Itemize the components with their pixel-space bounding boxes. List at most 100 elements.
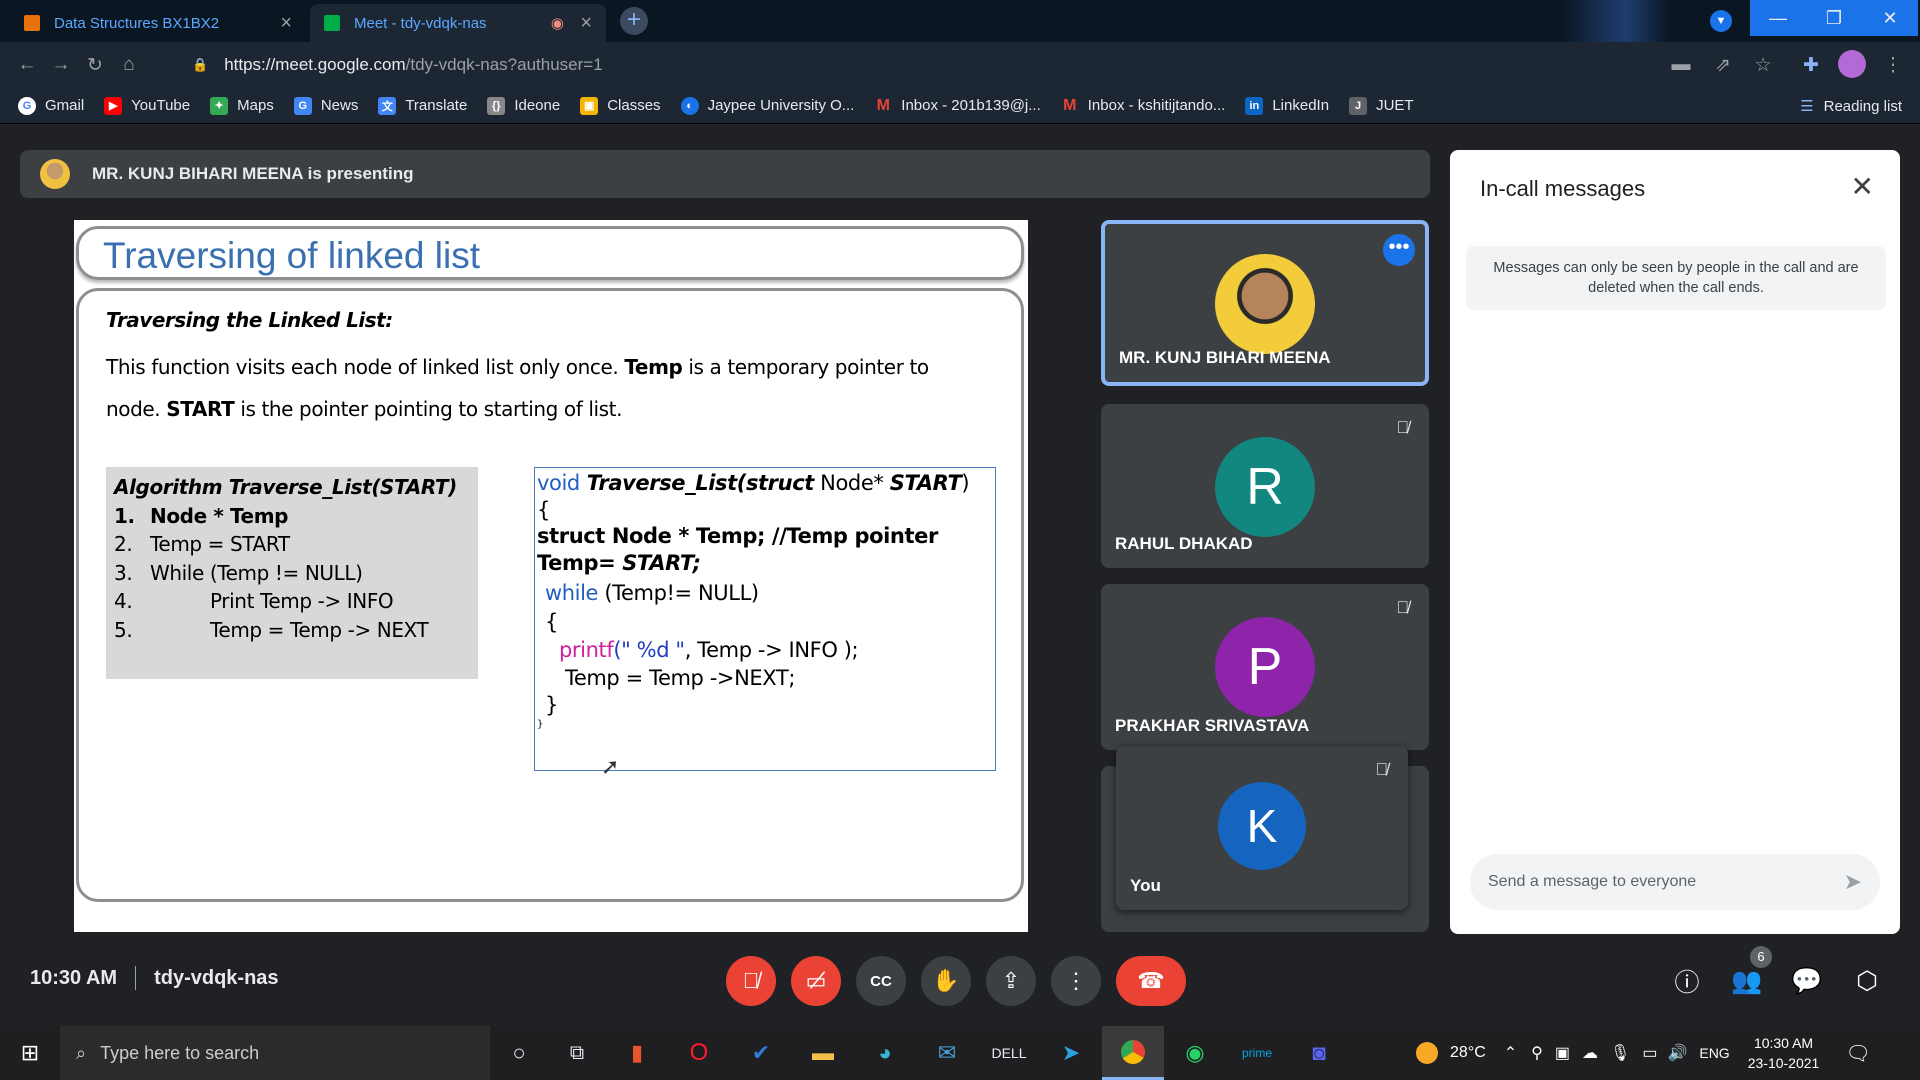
camera-icon[interactable]: ▬	[1664, 48, 1698, 82]
back-icon[interactable]: ←	[10, 48, 44, 82]
weather-temp[interactable]: 28°C	[1450, 1044, 1486, 1062]
self-view-tile[interactable]: 🎙̸ K You	[1116, 746, 1408, 910]
menu-icon[interactable]: ⋮	[1876, 48, 1910, 82]
search-placeholder: Type here to search	[100, 1042, 260, 1063]
notifications-icon[interactable]: 🗨	[1845, 1041, 1870, 1066]
reading-list[interactable]: ☰ Reading list	[1800, 88, 1902, 124]
globe-icon: ◐	[680, 96, 699, 115]
chrome-icon[interactable]	[1102, 1026, 1164, 1080]
discord-icon[interactable]: ◙	[1288, 1040, 1350, 1066]
microphone-icon[interactable]: 🎙	[1610, 1043, 1630, 1063]
meet-now-icon[interactable]: ▣	[1555, 1043, 1570, 1063]
bookmark-news[interactable]: G News	[293, 96, 358, 115]
bookmark-jaypee[interactable]: ◐ Jaypee University O...	[680, 96, 854, 115]
send-icon[interactable]: ➤	[1844, 869, 1862, 895]
profile-down-icon[interactable]: ▼	[1710, 10, 1732, 32]
avatar[interactable]	[1838, 50, 1866, 78]
bookmark-translate[interactable]: 文 Translate	[378, 96, 467, 115]
forward-icon[interactable]: →	[44, 48, 78, 82]
reload-icon[interactable]: ↻	[78, 48, 112, 82]
meeting-details-icon[interactable]: ⓘ	[1666, 960, 1708, 1002]
step-text: Print Temp -> INFO	[210, 589, 394, 613]
battery-icon[interactable]: ▭	[1642, 1043, 1657, 1063]
weather-icon[interactable]	[1416, 1042, 1438, 1064]
para-bold: START	[166, 397, 235, 421]
bookmark-linkedin[interactable]: in LinkedIn	[1245, 96, 1330, 115]
telegram-icon[interactable]: ➤	[1040, 1040, 1102, 1066]
leave-call-button[interactable]: ☎	[1116, 956, 1186, 1006]
bookmark-label: Maps	[237, 97, 274, 114]
file-explorer-icon[interactable]: ▬	[792, 1040, 854, 1066]
bookmark-inbox-2[interactable]: M Inbox - kshitijtando...	[1061, 97, 1225, 115]
mail-icon[interactable]: ✉	[916, 1040, 978, 1066]
step-number: 5.	[114, 617, 133, 642]
extensions-icon[interactable]: ✚	[1794, 48, 1828, 82]
minimize-button[interactable]: —	[1750, 0, 1806, 36]
meet-controls-bar: 10:30 AM tdy-vdqk-nas 🎙̸ ▭̸ CC ✋ ⇪ ⋮ ☎ ⓘ…	[0, 946, 1920, 1026]
prime-video-icon[interactable]: prime	[1226, 1046, 1288, 1060]
restore-button[interactable]: ❐	[1806, 0, 1862, 36]
tab-meet[interactable]: Meet - tdy-vdqk-nas ◉ ×	[310, 4, 606, 42]
captions-button[interactable]: CC	[856, 956, 906, 1006]
participant-tile-prakhar[interactable]: 🎙̸ P PRAKHAR SRIVASTAVA	[1101, 584, 1429, 750]
office-icon[interactable]: ▮	[606, 1040, 668, 1066]
taskbar-search[interactable]: ⌕ Type here to search	[60, 1026, 490, 1080]
more-options-button[interactable]: ⋮	[1051, 956, 1101, 1006]
whatsapp-icon[interactable]: ◉	[1164, 1040, 1226, 1066]
system-tray: 28°C ⌃ ⚲ ▣ ☁ 🎙 ▭ 🔊 ENG 10:30 AM 23-10-20…	[1416, 1026, 1871, 1080]
tab-data-structures[interactable]: Data Structures BX1BX2 ×	[10, 4, 306, 42]
language-indicator[interactable]: ENG	[1699, 1045, 1729, 1061]
edge-icon[interactable]: ◕	[854, 1040, 916, 1066]
address-bar[interactable]: 🔒 https://meet.google.com/tdy-vdqk-nas?a…	[180, 47, 1660, 83]
code-text: Traverse_List(struct	[579, 471, 815, 495]
participant-name: You	[1130, 876, 1161, 895]
raise-hand-button[interactable]: ✋	[921, 956, 971, 1006]
volume-icon[interactable]: 🔊	[1667, 1043, 1687, 1063]
url-host: https://meet.google.com	[224, 55, 406, 74]
bookmark-inbox-1[interactable]: M Inbox - 201b139@j...	[874, 97, 1041, 115]
close-icon[interactable]: ✕	[1851, 170, 1874, 203]
bookmark-youtube[interactable]: ▶ YouTube	[104, 96, 191, 115]
dell-icon[interactable]: DELL	[978, 1045, 1040, 1061]
bookmark-label: YouTube	[131, 97, 191, 114]
meeting-code[interactable]: tdy-vdqk-nas	[154, 967, 278, 990]
network-icon[interactable]: ⚲	[1531, 1043, 1543, 1063]
home-icon[interactable]: ⌂	[112, 48, 146, 82]
open-external-icon[interactable]: ⇗	[1706, 48, 1740, 82]
participant-tile-presenter[interactable]: ••• MR. KUNJ BIHARI MEENA	[1101, 220, 1429, 386]
onedrive-icon[interactable]: ☁	[1582, 1043, 1598, 1063]
present-button[interactable]: ⇪	[986, 956, 1036, 1006]
close-icon[interactable]: ×	[280, 12, 292, 35]
close-icon[interactable]: ×	[580, 12, 592, 35]
todo-icon[interactable]: ✔	[730, 1040, 792, 1066]
algorithm-step: 1. Node * Temp	[114, 502, 470, 531]
slide-title-frame: Traversing of linked list	[76, 226, 1024, 280]
new-tab-button[interactable]: +	[620, 7, 648, 35]
algorithm-box: Algorithm Traverse_List(START) 1. Node * …	[106, 467, 478, 679]
juet-icon: J	[1349, 96, 1368, 115]
opera-icon[interactable]: O	[668, 1039, 730, 1067]
taskbar-clock[interactable]: 10:30 AM 23-10-2021	[1748, 1033, 1820, 1073]
bookmark-juet[interactable]: J JUET	[1349, 96, 1414, 115]
code-line: {	[545, 610, 558, 634]
bookmark-label: LinkedIn	[1272, 97, 1330, 114]
code-keyword: while	[545, 581, 599, 605]
more-options-icon[interactable]: •••	[1383, 234, 1415, 266]
code-text: , Temp -> INFO );	[684, 638, 859, 662]
camera-toggle-button[interactable]: ▭̸	[791, 956, 841, 1006]
close-window-button[interactable]: ✕	[1862, 0, 1918, 36]
chat-icon[interactable]: 💬	[1786, 960, 1828, 1002]
star-icon[interactable]: ☆	[1746, 48, 1780, 82]
cortana-icon[interactable]: ○	[490, 1040, 548, 1066]
participant-tile-rahul[interactable]: 🎙̸ R RAHUL DHAKAD	[1101, 404, 1429, 568]
bookmark-maps[interactable]: ✦ Maps	[210, 96, 274, 115]
bookmark-ideone[interactable]: {} Ideone	[487, 96, 560, 115]
bookmark-gmail[interactable]: G Gmail	[18, 96, 84, 115]
message-input[interactable]: Send a message to everyone ➤	[1470, 854, 1880, 910]
activities-icon[interactable]: ⬡	[1846, 960, 1888, 1002]
task-view-icon[interactable]: ⧉	[548, 1042, 606, 1065]
bookmark-classes[interactable]: ▣ Classes	[580, 96, 661, 115]
windows-start-icon[interactable]: ⊞	[0, 1040, 60, 1066]
chevron-up-icon[interactable]: ⌃	[1504, 1043, 1517, 1063]
mic-toggle-button[interactable]: 🎙̸	[726, 956, 776, 1006]
